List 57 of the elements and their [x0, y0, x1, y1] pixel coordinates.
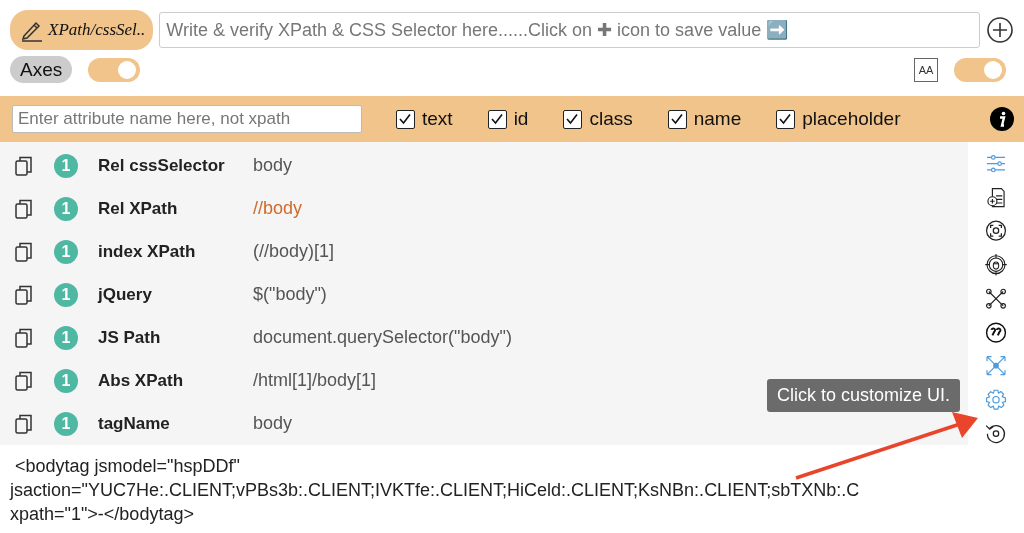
match-count-badge: 1 [54, 196, 78, 221]
selector-label: index XPath [98, 241, 197, 262]
selector-label: jQuery [98, 284, 153, 305]
checkbox[interactable] [396, 109, 415, 129]
selector-label: tagName [98, 413, 171, 434]
info-icon[interactable] [990, 107, 1014, 131]
checkbox-label: placeholder [802, 108, 901, 130]
checkbox-label: id [513, 108, 529, 130]
selector-value[interactable]: body [253, 155, 293, 176]
selector-value[interactable]: /html[1]/body[1] [253, 370, 377, 391]
expand-icon[interactable] [984, 354, 1008, 378]
toggle-switch[interactable] [954, 57, 1006, 82]
copy-icon[interactable] [14, 154, 34, 177]
code-line: <bodytag jsmodel="hspDDf" [14, 455, 241, 478]
checkbox[interactable] [776, 109, 796, 129]
selector-label: Rel cssSelector [98, 155, 226, 176]
quote-icon[interactable] [984, 320, 1008, 344]
selector-value[interactable]: body [253, 413, 293, 434]
checkbox-label: name [693, 108, 742, 130]
checkbox[interactable] [563, 109, 583, 129]
selector-label: Abs XPath [98, 370, 185, 391]
bug-icon[interactable] [984, 253, 1008, 277]
attribute-field[interactable]: Enter attribute name here, not xpath [12, 105, 362, 133]
toggle-switch[interactable] [88, 57, 141, 82]
match-count-badge: 1 [54, 153, 78, 178]
settings-icon[interactable] [984, 387, 1008, 412]
checkbox-label: class [589, 108, 633, 130]
selector-label: Rel XPath [98, 198, 179, 219]
tooltip: Click to customize UI. [767, 379, 961, 412]
selector-value[interactable]: document.querySelector("body") [253, 327, 512, 348]
tools-icon[interactable] [984, 286, 1008, 311]
axes-button[interactable]: Axes [10, 56, 73, 83]
checkbox[interactable] [667, 109, 687, 129]
font-size-button[interactable]: AA [914, 57, 938, 82]
copy-icon[interactable] [14, 240, 34, 263]
selector-label: JS Path [98, 327, 162, 348]
copy-icon[interactable] [14, 326, 34, 349]
selector-value[interactable]: (//body)[1] [253, 241, 335, 262]
match-count-badge: 1 [54, 411, 78, 436]
copy-icon[interactable] [14, 369, 34, 392]
checkbox[interactable] [487, 109, 507, 129]
copy-icon[interactable] [14, 412, 34, 435]
match-count-badge: 1 [54, 325, 78, 350]
match-count-badge: 1 [54, 239, 78, 264]
mode-button[interactable]: XPath/cssSel.. [10, 10, 154, 50]
add-icon[interactable] [986, 16, 1014, 44]
document-icon[interactable] [984, 185, 1008, 209]
copy-icon[interactable] [14, 283, 34, 306]
code-line: xpath="1">-</bodytag> [10, 503, 195, 526]
selector-value[interactable]: $("body") [253, 284, 327, 305]
focus-icon[interactable] [984, 219, 1008, 243]
code-line: jsaction="YUC7He:.CLIENT;vPBs3b:.CLIENT;IVKTfe:.CLIENT;HiCeld:.CLIENT;KsNBn:.CLIENT;sbTXNb:.C [10, 479, 861, 502]
match-count-badge: 1 [54, 368, 78, 393]
checkbox-label: text [422, 108, 453, 130]
copy-icon[interactable] [14, 197, 34, 220]
selector-field[interactable]: Write & verify XPath & CSS Selector here......Click on ✚ icon to save value ➡ [159, 12, 980, 48]
match-count-badge: 1 [54, 282, 78, 307]
